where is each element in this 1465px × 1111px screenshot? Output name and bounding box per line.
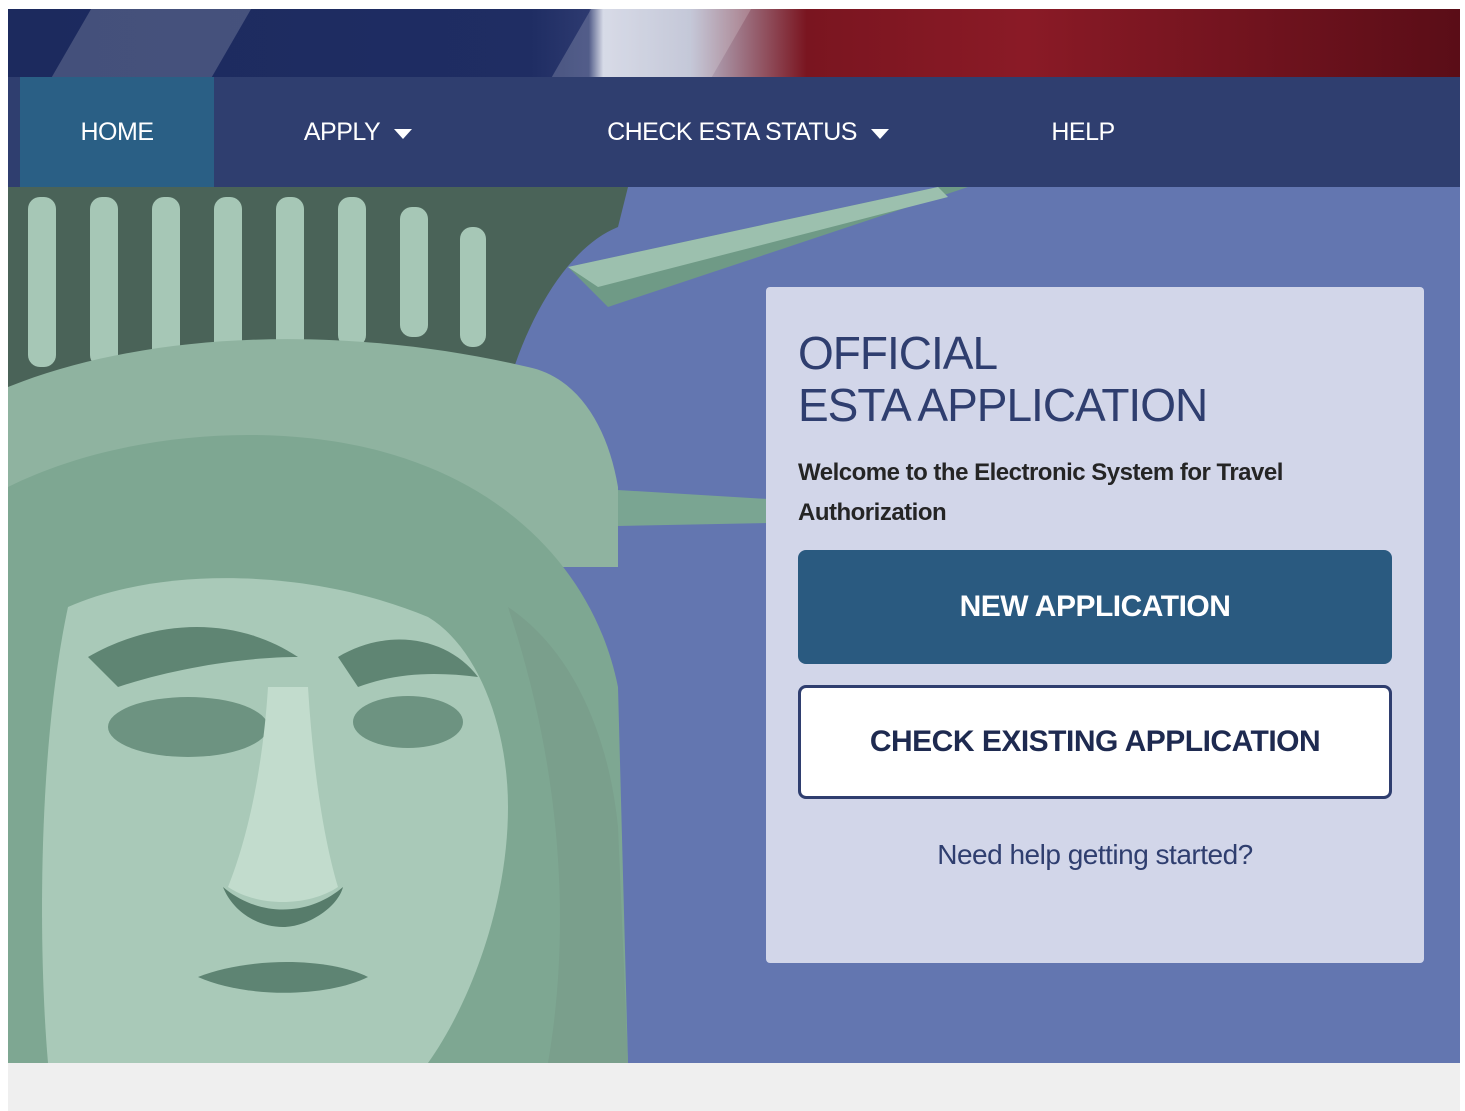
nav-item-apply[interactable]: APPLY bbox=[278, 77, 438, 187]
help-getting-started-link[interactable]: Need help getting started? bbox=[798, 839, 1392, 871]
hero-section: OFFICIAL ESTA APPLICATION Welcome to the… bbox=[8, 187, 1460, 1063]
footer-strip bbox=[8, 1063, 1460, 1111]
nav-item-home-label: HOME bbox=[80, 117, 155, 146]
nav-item-check-esta-status[interactable]: CHECK ESTA STATUS bbox=[598, 77, 898, 187]
page: HOME APPLY CHECK ESTA STATUS HELP OFFICI… bbox=[8, 9, 1460, 1111]
nav-item-help-label: HELP bbox=[1051, 117, 1115, 146]
caret-down-icon bbox=[394, 129, 413, 139]
caret-down-icon bbox=[870, 129, 889, 139]
nav-item-home[interactable]: HOME bbox=[20, 77, 214, 187]
card-title: OFFICIAL ESTA APPLICATION bbox=[798, 327, 1398, 431]
new-application-button[interactable]: NEW APPLICATION bbox=[798, 550, 1392, 664]
nav-item-help[interactable]: HELP bbox=[1038, 77, 1128, 187]
main-navigation: HOME APPLY CHECK ESTA STATUS HELP bbox=[8, 77, 1460, 187]
esta-application-card: OFFICIAL ESTA APPLICATION Welcome to the… bbox=[766, 287, 1424, 963]
card-title-line2: ESTA APPLICATION bbox=[798, 379, 1208, 431]
card-title-line1: OFFICIAL bbox=[798, 327, 998, 379]
nav-item-check-esta-status-label: CHECK ESTA STATUS bbox=[607, 117, 857, 146]
card-subtitle: Welcome to the Electronic System for Tra… bbox=[798, 459, 1283, 526]
check-existing-application-button[interactable]: CHECK EXISTING APPLICATION bbox=[798, 685, 1392, 799]
flag-banner-image bbox=[8, 9, 1460, 77]
nav-item-apply-label: APPLY bbox=[303, 117, 381, 146]
